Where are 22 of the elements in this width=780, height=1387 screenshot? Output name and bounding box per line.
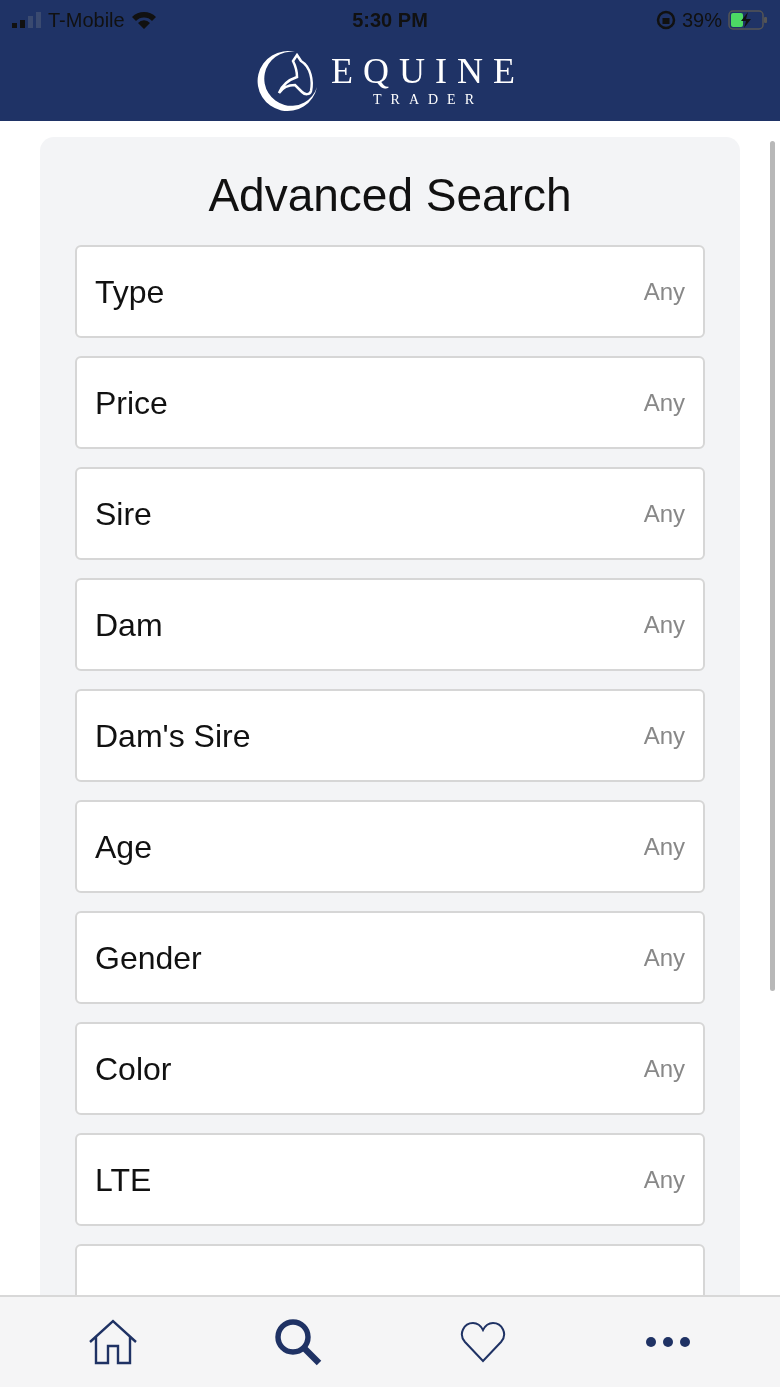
- filter-row[interactable]: LTE Any: [75, 1133, 705, 1226]
- filter-row[interactable]: Sire Any: [75, 467, 705, 560]
- battery-percent: 39%: [681, 8, 722, 33]
- filter-row[interactable]: Type Any: [75, 245, 705, 338]
- heart-icon[interactable]: [459, 1321, 506, 1363]
- rotation-lock-icon: [655, 10, 676, 30]
- search-icon[interactable]: [272, 1317, 323, 1367]
- more-icon[interactable]: [644, 1336, 691, 1348]
- battery-icon: [728, 10, 768, 30]
- page-title: Advanced Search: [207, 168, 573, 223]
- filter-row[interactable]: Price Any: [75, 356, 705, 449]
- filter-row[interactable]: Color Any: [75, 1022, 705, 1115]
- brand-name: EQUINE: [331, 52, 525, 89]
- carrier-name: T-Mobile: [48, 8, 125, 33]
- brand-subtitle: TRADER: [373, 92, 483, 107]
- filter-row[interactable]: Dam's Sire Any: [75, 689, 705, 782]
- filter-row[interactable]: Dam Any: [75, 578, 705, 671]
- clock: 5:30 PM: [352, 8, 428, 33]
- filter-row[interactable]: Age Any: [75, 800, 705, 893]
- signal-icon: [12, 12, 42, 28]
- wifi-icon: [130, 10, 157, 30]
- filter-row[interactable]: Gender Any: [75, 911, 705, 1004]
